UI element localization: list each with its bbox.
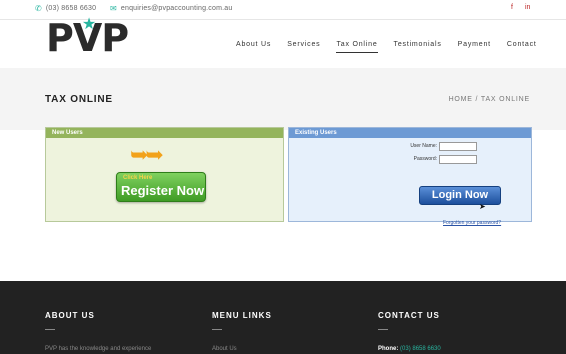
new-users-panel: New Users ➥➥ Click Here Register Now	[45, 127, 284, 222]
username-input[interactable]	[439, 142, 477, 151]
mail-icon: ✉	[110, 4, 117, 13]
register-label: Register Now	[121, 183, 205, 198]
footer-about-text: PVP has the knowledge and experience	[45, 346, 152, 352]
linkedin-icon[interactable]: in	[525, 4, 530, 11]
footer-contact-heading: CONTACT US	[378, 311, 440, 320]
footer-about: ABOUT US PVP has the knowledge and exper…	[45, 311, 151, 352]
facebook-icon[interactable]: f	[511, 4, 513, 11]
footer: ABOUT US PVP has the knowledge and exper…	[0, 281, 566, 354]
nav-testimonials[interactable]: Testimonials	[394, 41, 442, 53]
footer-divider	[45, 329, 55, 330]
footer-menu-link[interactable]: About Us	[212, 346, 272, 352]
register-graphic[interactable]: ➥➥ Click Here Register Now	[116, 142, 216, 212]
footer-about-heading: ABOUT US	[45, 311, 95, 320]
register-button[interactable]: Click Here Register Now	[116, 172, 206, 202]
existing-users-heading: Existing Users	[289, 128, 531, 138]
logo[interactable]: P V ★ P	[46, 14, 129, 60]
username-label: User Name:	[410, 143, 437, 149]
click-here-label: Click Here	[123, 175, 153, 181]
nav-tax-online[interactable]: Tax Online	[336, 41, 378, 53]
login-form: User Name: Password: Login Now ➤ Forgott…	[349, 142, 509, 226]
footer-phone-value[interactable]: (03) 8658 6630	[400, 346, 441, 352]
password-input[interactable]	[439, 155, 477, 164]
phone-icon: ✆	[35, 4, 42, 13]
footer-menu: MENU LINKS About Us	[212, 311, 272, 352]
nav-services[interactable]: Services	[287, 41, 320, 53]
nav-contact[interactable]: Contact	[507, 41, 537, 53]
nav-payment[interactable]: Payment	[458, 41, 491, 53]
page: ✆ (03) 8658 6630 ✉ enquiries@pvpaccounti…	[0, 0, 566, 354]
breadcrumb[interactable]: HOME / TAX ONLINE	[449, 96, 530, 103]
password-label: Password:	[413, 156, 437, 162]
star-icon: ★	[81, 14, 96, 33]
forgot-password-link[interactable]: Forgotten your password?	[443, 220, 501, 226]
phone-text: (03) 8658 6630	[45, 5, 97, 12]
logo-letter-v: V ★	[73, 14, 102, 60]
footer-phone-label: Phone:	[378, 346, 399, 352]
username-row: User Name:	[349, 142, 509, 153]
nav-about-us[interactable]: About Us	[236, 41, 271, 53]
curved-arrows-icon: ➥➥	[130, 142, 164, 167]
logo-letter-p1: P	[46, 16, 74, 60]
new-users-heading: New Users	[46, 128, 283, 138]
page-title: TAX ONLINE	[45, 94, 113, 105]
email-contact[interactable]: ✉ enquiries@pvpaccounting.com.au	[110, 4, 232, 13]
password-row: Password:	[349, 155, 509, 166]
footer-divider	[378, 329, 388, 330]
footer-divider	[212, 329, 222, 330]
footer-contact: CONTACT US Phone: (03) 8658 6630	[378, 311, 441, 352]
email-text: enquiries@pvpaccounting.com.au	[120, 5, 233, 12]
phone-contact[interactable]: ✆ (03) 8658 6630	[35, 4, 96, 13]
logo-letter-p2: P	[101, 16, 129, 60]
footer-menu-heading: MENU LINKS	[212, 311, 272, 320]
existing-users-panel: Existing Users User Name: Password: Logi…	[288, 127, 532, 226]
cursor-icon: ➤	[479, 202, 486, 211]
footer-phone: Phone: (03) 8658 6630	[378, 346, 441, 352]
title-band: TAX ONLINE HOME / TAX ONLINE	[0, 68, 566, 130]
main-nav: About Us Services Tax Online Testimonial…	[236, 41, 553, 53]
login-button[interactable]: Login Now	[419, 186, 501, 205]
